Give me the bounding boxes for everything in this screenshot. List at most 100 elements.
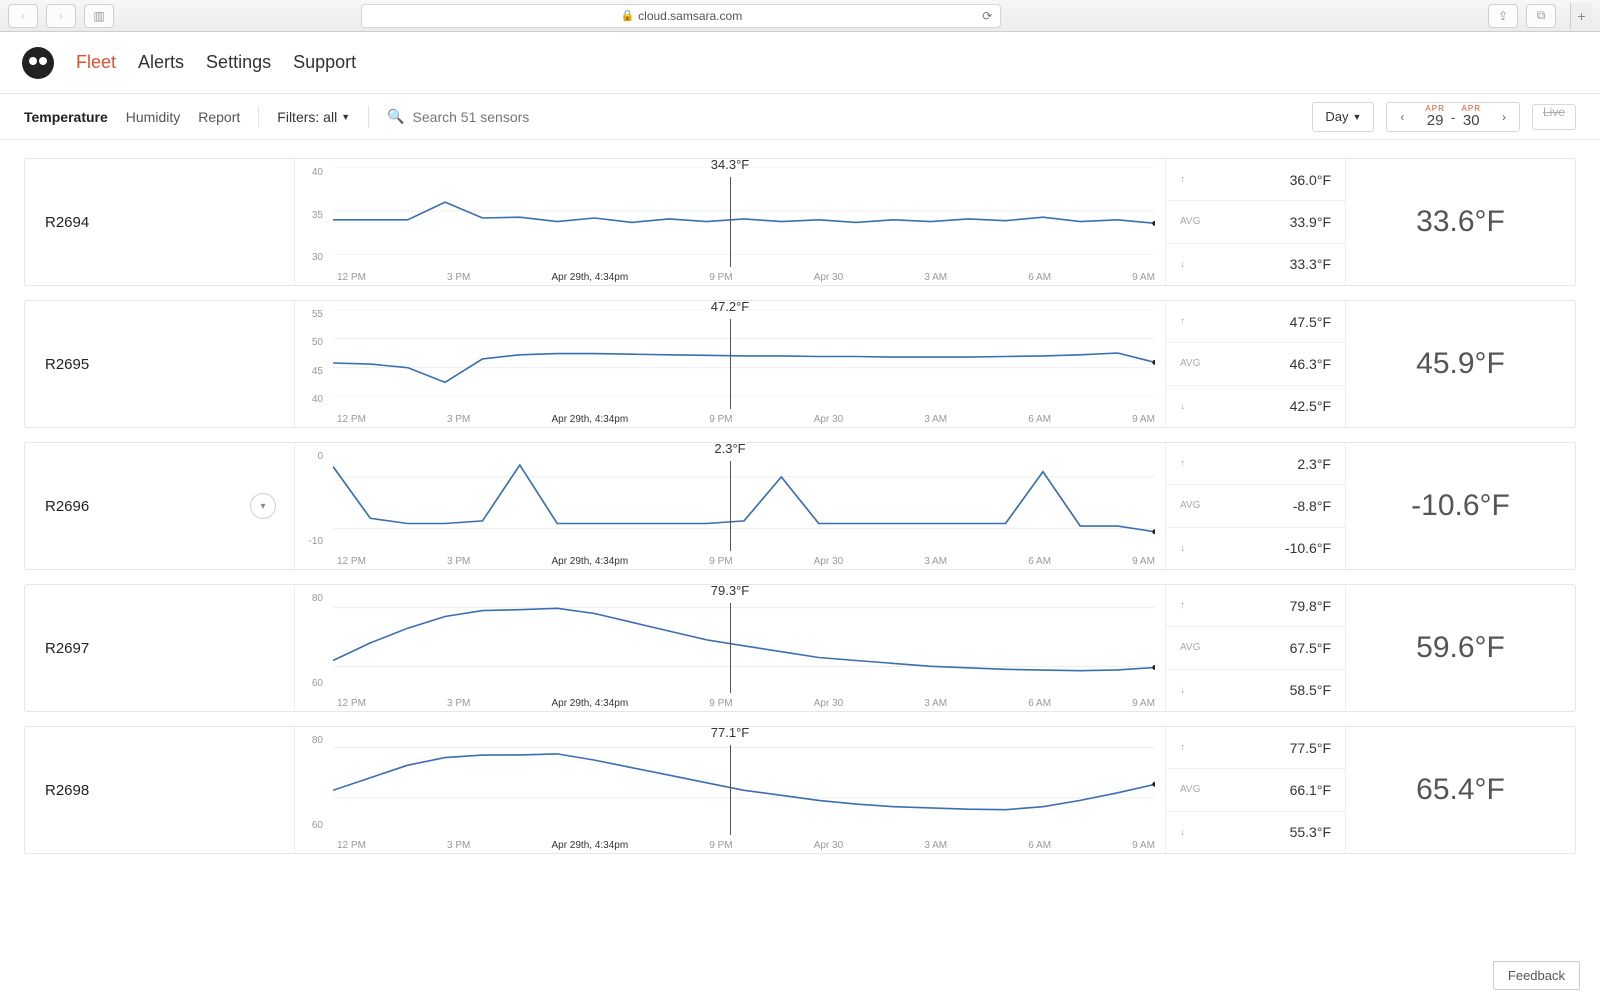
sensor-row: R2697 79.3°F 8060 12 PM3 PMApr 29th, 4:3… — [24, 584, 1576, 712]
current-temperature: 59.6°F — [1345, 585, 1575, 711]
stat-avg: 33.9°F — [1290, 214, 1331, 230]
current-temperature: -10.6°F — [1345, 443, 1575, 569]
x-axis-ticks: 12 PM3 PMApr 29th, 4:34pm9 PMApr 303 AM6… — [337, 556, 1155, 567]
new-tab-button[interactable]: + — [1570, 3, 1592, 29]
y-axis-ticks: 0-10 — [301, 451, 323, 547]
sensor-name-cell[interactable]: R2694 — [25, 159, 295, 285]
sensor-name: R2694 — [45, 214, 89, 231]
date-next-button[interactable]: › — [1489, 110, 1519, 124]
sensor-name-cell[interactable]: R2696 ▾ — [25, 443, 295, 569]
date-range-picker[interactable]: ‹ APR29 - APR30 › — [1386, 102, 1520, 132]
y-axis-ticks: 8060 — [301, 593, 323, 689]
y-axis-ticks: 55504540 — [301, 309, 323, 405]
sensor-chart[interactable]: 77.1°F 8060 12 PM3 PMApr 29th, 4:34pm9 P… — [295, 727, 1165, 853]
arrow-down-icon: ↓ — [1180, 685, 1200, 696]
stat-avg: -8.8°F — [1293, 498, 1331, 514]
stat-max: 2.3°F — [1297, 456, 1331, 472]
url-text: cloud.samsara.com — [638, 9, 742, 23]
stat-min: 42.5°F — [1290, 398, 1331, 414]
sidebar-toggle-button[interactable]: ▥ — [84, 4, 114, 28]
hover-tooltip: 79.3°F — [630, 583, 830, 598]
browser-chrome: ‹ › ▥ 🔒 cloud.samsara.com ⟳ ⇪ ⧉ + — [0, 0, 1600, 32]
sensor-stats: ↑2.3°F AVG-8.8°F ↓-10.6°F — [1165, 443, 1345, 569]
arrow-down-icon: ↓ — [1180, 543, 1200, 554]
hover-tooltip: 47.2°F — [630, 299, 830, 314]
filters-dropdown[interactable]: Filters: all▼ — [277, 109, 350, 125]
sensor-name: R2698 — [45, 782, 89, 799]
period-dropdown[interactable]: Day▼ — [1312, 102, 1374, 132]
x-axis-ticks: 12 PM3 PMApr 29th, 4:34pm9 PMApr 303 AM6… — [337, 840, 1155, 851]
y-axis-ticks: 8060 — [301, 735, 323, 831]
current-temperature: 33.6°F — [1345, 159, 1575, 285]
search-input[interactable] — [413, 109, 613, 125]
sensor-stats: ↑ 79.8°F AVG 67.5°F ↓ 58.5°F — [1165, 585, 1345, 711]
x-axis-ticks: 12 PM3 PMApr 29th, 4:34pm9 PMApr 303 AM6… — [337, 698, 1155, 709]
sensor-chart[interactable]: 79.3°F 8060 12 PM3 PMApr 29th, 4:34pm9 P… — [295, 585, 1165, 711]
stat-max: 36.0°F — [1290, 172, 1331, 188]
hover-tooltip: 77.1°F — [630, 725, 830, 740]
nav-settings[interactable]: Settings — [206, 52, 271, 73]
date-prev-button[interactable]: ‹ — [1387, 110, 1417, 124]
stat-min: 58.5°F — [1290, 682, 1331, 698]
sensor-chart[interactable]: 47.2°F 55504540 12 PM3 PMApr 29th, 4:34p… — [295, 301, 1165, 427]
tab-report[interactable]: Report — [198, 109, 240, 125]
arrow-down-icon: ↓ — [1180, 827, 1200, 838]
sensor-chart[interactable]: 34.3°F 403530 12 PM3 PMApr 29th, 4:34pm9… — [295, 159, 1165, 285]
x-axis-ticks: 12 PM3 PMApr 29th, 4:34pm9 PMApr 303 AM6… — [337, 272, 1155, 283]
avg-label: AVG — [1180, 784, 1200, 795]
lock-icon: 🔒 — [620, 9, 634, 22]
expand-button[interactable]: ▾ — [250, 493, 276, 519]
live-button[interactable]: Live — [1532, 104, 1576, 130]
stat-avg: 66.1°F — [1290, 782, 1331, 798]
sensor-row: R2695 47.2°F 55504540 12 PM3 PMApr 29th,… — [24, 300, 1576, 428]
stat-max: 77.5°F — [1290, 740, 1331, 756]
nav-fleet[interactable]: Fleet — [76, 52, 116, 73]
divider — [368, 106, 369, 128]
hover-tooltip: 2.3°F — [630, 441, 830, 456]
sensor-name: R2696 — [45, 498, 89, 515]
back-button[interactable]: ‹ — [8, 4, 38, 28]
sensor-stats: ↑47.5°F AVG46.3°F ↓42.5°F — [1165, 301, 1345, 427]
tabs-button[interactable]: ⧉ — [1526, 4, 1556, 28]
tab-humidity[interactable]: Humidity — [126, 109, 180, 125]
stat-avg: 46.3°F — [1290, 356, 1331, 372]
avg-label: AVG — [1180, 358, 1200, 369]
search-box[interactable]: 🔍 — [387, 108, 612, 125]
stat-min: 33.3°F — [1290, 256, 1331, 272]
url-bar[interactable]: 🔒 cloud.samsara.com ⟳ — [361, 4, 1001, 28]
current-temperature: 45.9°F — [1345, 301, 1575, 427]
hover-tooltip: 34.3°F — [630, 157, 830, 172]
y-axis-ticks: 403530 — [301, 167, 323, 263]
arrow-up-icon: ↑ — [1180, 458, 1200, 469]
x-axis-ticks: 12 PM3 PMApr 29th, 4:34pm9 PMApr 303 AM6… — [337, 414, 1155, 425]
stat-max: 79.8°F — [1290, 598, 1331, 614]
stat-avg: 67.5°F — [1290, 640, 1331, 656]
arrow-down-icon: ↓ — [1180, 401, 1200, 412]
forward-button[interactable]: › — [46, 4, 76, 28]
tab-temperature[interactable]: Temperature — [24, 109, 108, 125]
arrow-up-icon: ↑ — [1180, 316, 1200, 327]
avg-label: AVG — [1180, 216, 1200, 227]
share-button[interactable]: ⇪ — [1488, 4, 1518, 28]
feedback-button[interactable]: Feedback — [1493, 961, 1580, 990]
arrow-up-icon: ↑ — [1180, 174, 1200, 185]
sensor-name-cell[interactable]: R2697 — [25, 585, 295, 711]
current-temperature: 65.4°F — [1345, 727, 1575, 853]
caret-down-icon: ▼ — [1352, 112, 1361, 122]
sensor-row: R2694 34.3°F 403530 12 PM3 PMApr 29th, 4… — [24, 158, 1576, 286]
sensor-row: R2696 ▾ 2.3°F 0-10 12 PM3 PMApr 29th, 4:3… — [24, 442, 1576, 570]
logo-owl-icon[interactable] — [22, 47, 54, 79]
stat-min: -10.6°F — [1285, 540, 1331, 556]
sensor-chart[interactable]: 2.3°F 0-10 12 PM3 PMApr 29th, 4:34pm9 PM… — [295, 443, 1165, 569]
sensor-name: R2695 — [45, 356, 89, 373]
nav-alerts[interactable]: Alerts — [138, 52, 184, 73]
avg-label: AVG — [1180, 642, 1200, 653]
sensor-stats: ↑36.0°F AVG33.9°F ↓33.3°F — [1165, 159, 1345, 285]
sensor-rows: R2694 34.3°F 403530 12 PM3 PMApr 29th, 4… — [0, 140, 1600, 872]
stat-min: 55.3°F — [1290, 824, 1331, 840]
nav-support[interactable]: Support — [293, 52, 356, 73]
arrow-up-icon: ↑ — [1180, 600, 1200, 611]
sensor-name-cell[interactable]: R2698 — [25, 727, 295, 853]
sensor-name-cell[interactable]: R2695 — [25, 301, 295, 427]
reload-icon[interactable]: ⟳ — [982, 9, 992, 23]
